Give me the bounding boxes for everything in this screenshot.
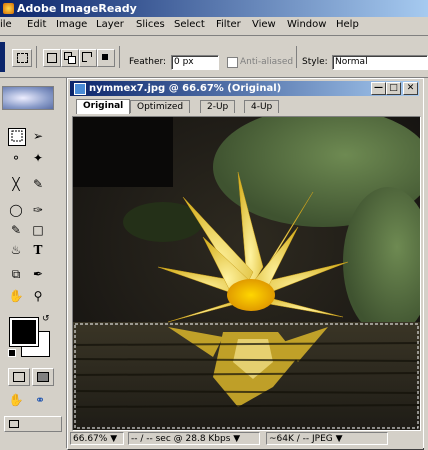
style-label: Style: <box>302 57 328 67</box>
antialiased-label: Anti-aliased <box>240 57 294 67</box>
tab-4-up[interactable]: 4-Up <box>244 100 280 113</box>
feather-label: Feather: <box>129 57 167 67</box>
swap-colors-icon[interactable]: ↺ <box>42 314 52 324</box>
zoom-level-select[interactable]: 66.67% ▼ <box>70 432 124 445</box>
move-icon[interactable]: ➢ <box>30 128 46 144</box>
quick-mask-icon <box>37 372 49 382</box>
paint-bucket-icon[interactable]: ♨ <box>8 242 24 258</box>
tab-optimized[interactable]: Optimized <box>130 100 191 113</box>
imageready-banner-logo[interactable] <box>2 86 54 110</box>
standard-mode-button[interactable] <box>8 368 30 386</box>
download-time-select[interactable]: -- / -- sec @ 28.8 Kbps ▼ <box>128 432 260 445</box>
type-icon[interactable]: T <box>30 242 46 258</box>
style-select[interactable]: Normal <box>332 55 428 70</box>
marquee-tool-preset-button[interactable] <box>12 49 32 67</box>
screen-mode-buttons[interactable] <box>4 416 62 432</box>
antialiased-checkbox[interactable] <box>227 57 238 68</box>
workspace-edge <box>423 78 428 448</box>
add-selection-button[interactable] <box>61 49 79 67</box>
rectangle-icon[interactable]: □ <box>30 222 46 238</box>
options-divider <box>36 46 37 68</box>
document-title: nymmex7.jpg @ 66.67% (Original) <box>89 83 282 94</box>
menu-filter[interactable]: Filter <box>216 19 241 30</box>
zoom-icon[interactable]: ⚲ <box>30 288 46 304</box>
default-colors-icon[interactable] <box>8 349 16 357</box>
options-divider <box>296 46 297 68</box>
eraser-icon[interactable]: ◯ <box>8 202 24 218</box>
file-size: ~64K / -- JPEG <box>269 434 333 444</box>
image-canvas[interactable] <box>72 116 421 431</box>
magic-wand-icon[interactable]: ✦ <box>30 150 46 166</box>
status-bar: 66.67% ▼ -- / -- sec @ 28.8 Kbps ▼ ~64K … <box>70 431 421 447</box>
pencil-icon[interactable]: ✎ <box>8 222 24 238</box>
menu-select[interactable]: Select <box>174 19 205 30</box>
slice-select-icon[interactable]: ✋ <box>8 392 24 408</box>
download-time: -- / -- sec @ 28.8 Kbps <box>131 434 231 444</box>
standard-mode-icon <box>13 372 25 382</box>
options-bar: Feather: 0 px Anti-aliased Style: Normal <box>0 36 428 78</box>
lasso-icon[interactable]: ⚬ <box>8 150 24 166</box>
tab-original[interactable]: Original <box>76 99 131 114</box>
options-bar-grip[interactable] <box>0 42 5 72</box>
document-title-bar[interactable]: nymmex7.jpg @ 66.67% (Original) — □ ✕ <box>70 81 419 96</box>
imageready-logo-icon <box>3 3 14 14</box>
preview-in-browser-icon[interactable]: ⚭ <box>32 392 48 408</box>
subtract-selection-button[interactable] <box>79 49 97 67</box>
app-title: Adobe ImageReady <box>17 2 137 15</box>
options-divider <box>119 46 120 68</box>
menu-layer[interactable]: Layer <box>96 19 124 30</box>
menu-window[interactable]: Window <box>287 19 326 30</box>
quick-mask-button[interactable] <box>32 368 54 386</box>
view-tabs: Original Optimized 2-Up 4-Up <box>70 98 419 114</box>
feather-input[interactable]: 0 px <box>171 55 219 70</box>
crop-tool-icon[interactable]: ⧉ <box>8 266 24 282</box>
brush-icon[interactable]: ✑ <box>30 202 46 218</box>
intersect-selection-icon <box>102 54 108 60</box>
waterlily-photo <box>73 117 420 430</box>
intersect-selection-button[interactable] <box>97 49 115 67</box>
menu-image[interactable]: Image <box>56 19 87 30</box>
menu-help[interactable]: Help <box>336 19 359 30</box>
menu-view[interactable]: View <box>252 19 276 30</box>
rectangular-marquee-icon <box>17 53 28 63</box>
standard-screen-mode-icon <box>9 420 19 428</box>
marquee-icon[interactable] <box>8 128 26 146</box>
app-title-bar: Adobe ImageReady <box>0 0 428 17</box>
toolbox: ➢ ⚬ ✦ ╳ ✎ ◯ ✑ ✎ □ ♨ T ⧉ ✒ ✋ ⚲ ↺ ✋ ⚭ <box>0 78 67 448</box>
file-size-select[interactable]: ~64K / -- JPEG ▼ <box>266 432 388 445</box>
minimize-button[interactable]: — <box>371 82 386 95</box>
close-button[interactable]: ✕ <box>403 82 418 95</box>
menu-file[interactable]: ile <box>0 19 12 30</box>
menu-bar: ile Edit Image Layer Slices Select Filte… <box>0 17 428 36</box>
crop-icon[interactable]: ╳ <box>8 176 24 192</box>
tab-2-up[interactable]: 2-Up <box>200 100 236 113</box>
menu-edit[interactable]: Edit <box>27 19 46 30</box>
document-window: nymmex7.jpg @ 66.67% (Original) — □ ✕ Or… <box>67 78 424 450</box>
hand-icon[interactable]: ✋ <box>8 288 24 304</box>
slice-icon[interactable]: ✎ <box>30 176 46 192</box>
foreground-color-swatch[interactable] <box>9 317 39 347</box>
new-selection-icon <box>47 53 57 63</box>
new-selection-button[interactable] <box>43 49 61 67</box>
eyedropper-icon[interactable]: ✒ <box>30 266 46 282</box>
menu-slices[interactable]: Slices <box>136 19 165 30</box>
document-icon <box>74 83 86 95</box>
zoom-level: 66.67% <box>73 434 108 444</box>
maximize-button[interactable]: □ <box>386 82 401 95</box>
